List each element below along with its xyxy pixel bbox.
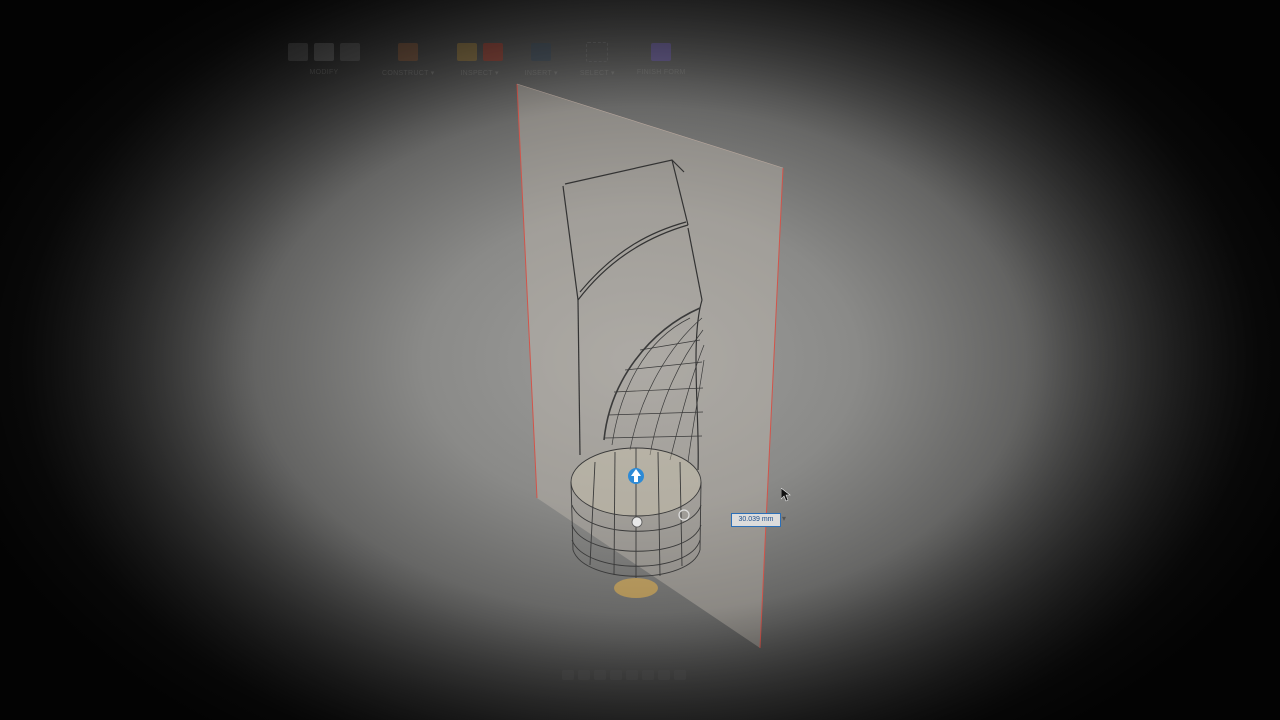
chevron-down-icon[interactable]: ▾ (782, 514, 786, 523)
pan-icon[interactable] (594, 670, 606, 680)
navigation-bar (556, 666, 734, 684)
display-settings-icon[interactable] (642, 670, 654, 680)
manipulator-center-icon[interactable] (631, 516, 643, 528)
canvas-plane (517, 84, 783, 648)
zoom-icon[interactable] (610, 670, 622, 680)
distance-input[interactable]: 30.039 mm (731, 513, 781, 527)
model-scene[interactable] (0, 0, 1280, 720)
zoom-window-icon[interactable] (626, 670, 638, 680)
mouse-cursor-icon (781, 488, 791, 502)
look-at-icon[interactable] (578, 670, 590, 680)
orbit-icon[interactable] (562, 670, 574, 680)
canvas-viewport[interactable]: MODIFY CONSTRUCT ▾ INSPECT ▾ INSERT ▾ SE… (0, 0, 1280, 720)
selection-glow (614, 578, 658, 598)
grid-icon[interactable] (658, 670, 670, 680)
viewports-icon[interactable] (674, 670, 686, 680)
